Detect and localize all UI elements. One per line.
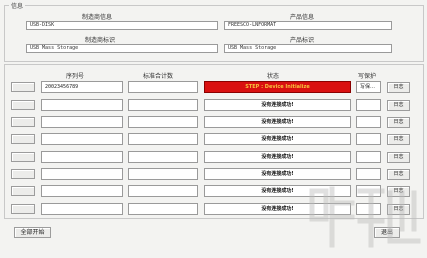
- manufacturer-id-label: 制造商标识: [85, 37, 116, 44]
- status-cell: 没有连接成功!: [204, 116, 351, 128]
- write-protect-cell: 写保…: [356, 81, 381, 93]
- counter-cell: [128, 151, 198, 163]
- product-info-field[interactable]: FREESCO-LNFORMAT: [224, 21, 392, 30]
- log-button[interactable]: 日志: [387, 152, 410, 163]
- table-row: 20023456789 STEP : Device Initialize 写保……: [0, 81, 427, 96]
- serial-cell[interactable]: [41, 203, 123, 215]
- counter-cell: [128, 168, 198, 180]
- log-button[interactable]: 日志: [387, 100, 410, 111]
- table-row: 没有连接成功! 日志: [0, 168, 427, 183]
- row-select-button[interactable]: [11, 134, 35, 144]
- log-button[interactable]: 日志: [387, 169, 410, 180]
- status-cell: 没有连接成功!: [204, 168, 351, 180]
- table-row: 没有连接成功! 日志: [0, 99, 427, 114]
- write-protect-cell: [356, 133, 381, 145]
- row-select-button[interactable]: [11, 204, 35, 214]
- counter-cell: [128, 81, 198, 93]
- header-serial: 序列号: [66, 73, 85, 80]
- serial-cell[interactable]: [41, 99, 123, 111]
- serial-cell[interactable]: [41, 185, 123, 197]
- serial-cell[interactable]: [41, 168, 123, 180]
- row-select-button[interactable]: [11, 100, 35, 110]
- product-id-field[interactable]: USB Mass Storage: [224, 44, 392, 53]
- manufacturer-id-field[interactable]: USB Mass Storage: [26, 44, 218, 53]
- header-status: 状态: [267, 73, 280, 80]
- product-id-label: 产品标识: [290, 37, 315, 44]
- start-all-button[interactable]: 全部开始: [14, 227, 51, 238]
- write-protect-cell: [356, 168, 381, 180]
- counter-cell: [128, 116, 198, 128]
- row-select-button[interactable]: [11, 169, 35, 179]
- table-row: 没有连接成功! 日志: [0, 133, 427, 148]
- serial-cell[interactable]: [41, 133, 123, 145]
- log-button[interactable]: 日志: [387, 117, 410, 128]
- watermark-logo: [309, 186, 421, 248]
- write-protect-cell: [356, 99, 381, 111]
- counter-cell: [128, 133, 198, 145]
- manufacturer-info-field[interactable]: USB-DISK: [26, 21, 218, 30]
- row-select-button[interactable]: [11, 117, 35, 127]
- product-info-label: 产品信息: [290, 14, 315, 21]
- row-select-button[interactable]: [11, 186, 35, 196]
- table-row: 没有连接成功! 日志: [0, 116, 427, 131]
- counter-cell: [128, 99, 198, 111]
- header-protect: 写保护: [358, 73, 377, 80]
- write-protect-cell: [356, 116, 381, 128]
- counter-cell: [128, 203, 198, 215]
- header-counter: 标准合计数: [143, 73, 174, 80]
- serial-cell[interactable]: [41, 151, 123, 163]
- status-cell: 没有连接成功!: [204, 133, 351, 145]
- write-protect-cell: [356, 151, 381, 163]
- status-cell: 没有连接成功!: [204, 151, 351, 163]
- table-row: 没有连接成功! 日志: [0, 151, 427, 166]
- row-select-button[interactable]: [11, 152, 35, 162]
- info-group-title: 信息: [9, 1, 26, 10]
- serial-cell[interactable]: [41, 116, 123, 128]
- counter-cell: [128, 185, 198, 197]
- manufacturer-info-label: 制造商信息: [82, 14, 113, 21]
- status-cell: 没有连接成功!: [204, 99, 351, 111]
- status-cell: STEP : Device Initialize: [204, 81, 351, 93]
- log-button[interactable]: 日志: [387, 134, 410, 145]
- serial-cell[interactable]: 20023456789: [41, 81, 123, 93]
- info-group: 信息: [4, 1, 424, 62]
- row-select-button[interactable]: [11, 82, 35, 92]
- log-button[interactable]: 日志: [387, 82, 410, 93]
